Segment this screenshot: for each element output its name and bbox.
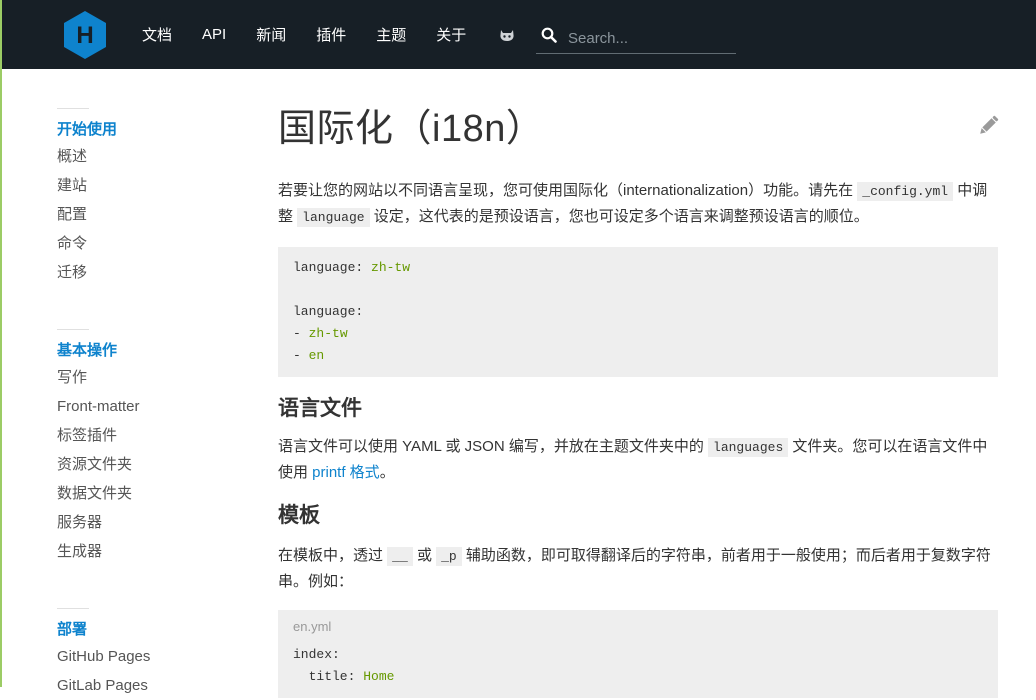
nav-api[interactable]: API (202, 26, 226, 43)
code-line: - zh-tw (293, 323, 983, 345)
inline-code-languages: languages (708, 438, 789, 457)
code-key: language: (293, 304, 364, 319)
code-line: language: zh-tw (293, 257, 983, 279)
paragraph-text: 或 (412, 547, 437, 564)
logo-letter: H (76, 22, 93, 49)
code-line: - en (293, 345, 983, 367)
code-block-en-yml: en.yml index: title: Home (278, 610, 998, 698)
printf-format-link[interactable]: printf 格式 (312, 464, 380, 481)
sidebar-item-generating[interactable]: 生成器 (57, 537, 140, 566)
nav-themes[interactable]: 主题 (376, 24, 406, 45)
code-key: index: (293, 647, 340, 662)
sidebar-item-configuration[interactable]: 配置 (57, 200, 89, 229)
language-files-paragraph: 语言文件可以使用 YAML 或 JSON 编写，并放在主题文件夹中的 langu… (278, 434, 998, 485)
inline-code-underscore: __ (387, 547, 413, 566)
code-line: title: Home (293, 666, 983, 688)
code-line: index: (293, 644, 983, 666)
paragraph-text: 语言文件可以使用 YAML 或 JSON 编写，并放在主题文件夹中的 (278, 438, 709, 455)
inline-code-config: _config.yml (857, 182, 954, 201)
intro-text: 设定，这代表的是预设语言，您也可设定多个语言来调整预设语言的顺位。 (369, 208, 869, 225)
inline-code-language: language (297, 208, 370, 227)
heading-language-files: 语言文件 (278, 397, 362, 420)
nav-plugins[interactable]: 插件 (316, 24, 346, 45)
top-header: H 文档 API 新闻 插件 主题 关于 (2, 0, 1036, 69)
heading-templates: 模板 (278, 504, 320, 527)
sidebar-item-front-matter[interactable]: Front-matter (57, 392, 140, 421)
main-nav: 文档 API 新闻 插件 主题 关于 (142, 0, 496, 69)
sidebar-item-asset-folders[interactable]: 资源文件夹 (57, 450, 140, 479)
code-block-language: language: zh-tw language: - zh-tw - en (278, 247, 998, 377)
code-value: en (308, 348, 325, 363)
sidebar-item-overview[interactable]: 概述 (57, 142, 89, 171)
sidebar-item-server[interactable]: 服务器 (57, 508, 140, 537)
hexo-logo-icon[interactable]: H (62, 10, 108, 60)
sidebar-section-basic-usage: 基本操作 写作 Front-matter 标签插件 资源文件夹 数据文件夹 服务… (57, 329, 140, 566)
code-key: language: (293, 260, 372, 275)
github-icon[interactable] (498, 26, 516, 44)
search-icon (541, 27, 557, 43)
sidebar-section-title[interactable]: 部署 (57, 608, 89, 641)
code-value: Home (363, 669, 395, 684)
main-content: 国际化（i18n） 若要让您的网站以不同语言呈现，您可使用国际化（interna… (278, 100, 998, 698)
sidebar-section-deployment: 部署 GitHub Pages GitLab Pages (57, 608, 150, 700)
inline-code-p: _p (436, 547, 462, 566)
sidebar-item-gitlab-pages[interactable]: GitLab Pages (57, 671, 150, 700)
sidebar-item-migration[interactable]: 迁移 (57, 258, 89, 287)
intro-paragraph: 若要让您的网站以不同语言呈现，您可使用国际化（internationalizat… (278, 178, 998, 230)
code-line: language: (293, 301, 983, 323)
search-input[interactable] (566, 25, 735, 51)
sidebar-item-data-files[interactable]: 数据文件夹 (57, 479, 140, 508)
sidebar-section-getting-started: 开始使用 概述 建站 配置 命令 迁移 (57, 108, 117, 287)
paragraph-text: 。 (379, 464, 395, 481)
code-value: zh-tw (371, 260, 411, 275)
templates-paragraph: 在模板中，透过 __ 或 _p 辅助函数，即可取得翻译后的字符串，前者用于一般使… (278, 543, 998, 594)
nav-news[interactable]: 新闻 (256, 24, 286, 45)
code-value: zh-tw (308, 326, 348, 341)
nav-docs[interactable]: 文档 (142, 24, 172, 45)
sidebar-item-tag-plugins[interactable]: 标签插件 (57, 421, 140, 450)
sidebar-section-title[interactable]: 基本操作 (57, 329, 117, 362)
code-key: title: (293, 669, 364, 684)
intro-text: 若要让您的网站以不同语言呈现，您可使用国际化（internationalizat… (278, 182, 858, 199)
paragraph-text: 在模板中，透过 (278, 547, 388, 564)
code-filename: en.yml (293, 619, 332, 634)
code-dash: - (293, 348, 309, 363)
search-box (536, 22, 736, 54)
sidebar-item-commands[interactable]: 命令 (57, 229, 89, 258)
page-left-edge (0, 0, 2, 687)
sidebar-item-writing[interactable]: 写作 (57, 363, 140, 392)
code-dash: - (293, 326, 309, 341)
page-title: 国际化（i18n） (278, 108, 545, 150)
sidebar-section-title[interactable]: 开始使用 (57, 108, 117, 141)
sidebar-item-github-pages[interactable]: GitHub Pages (57, 642, 150, 671)
sidebar-item-setup[interactable]: 建站 (57, 171, 89, 200)
nav-about[interactable]: 关于 (436, 24, 466, 45)
